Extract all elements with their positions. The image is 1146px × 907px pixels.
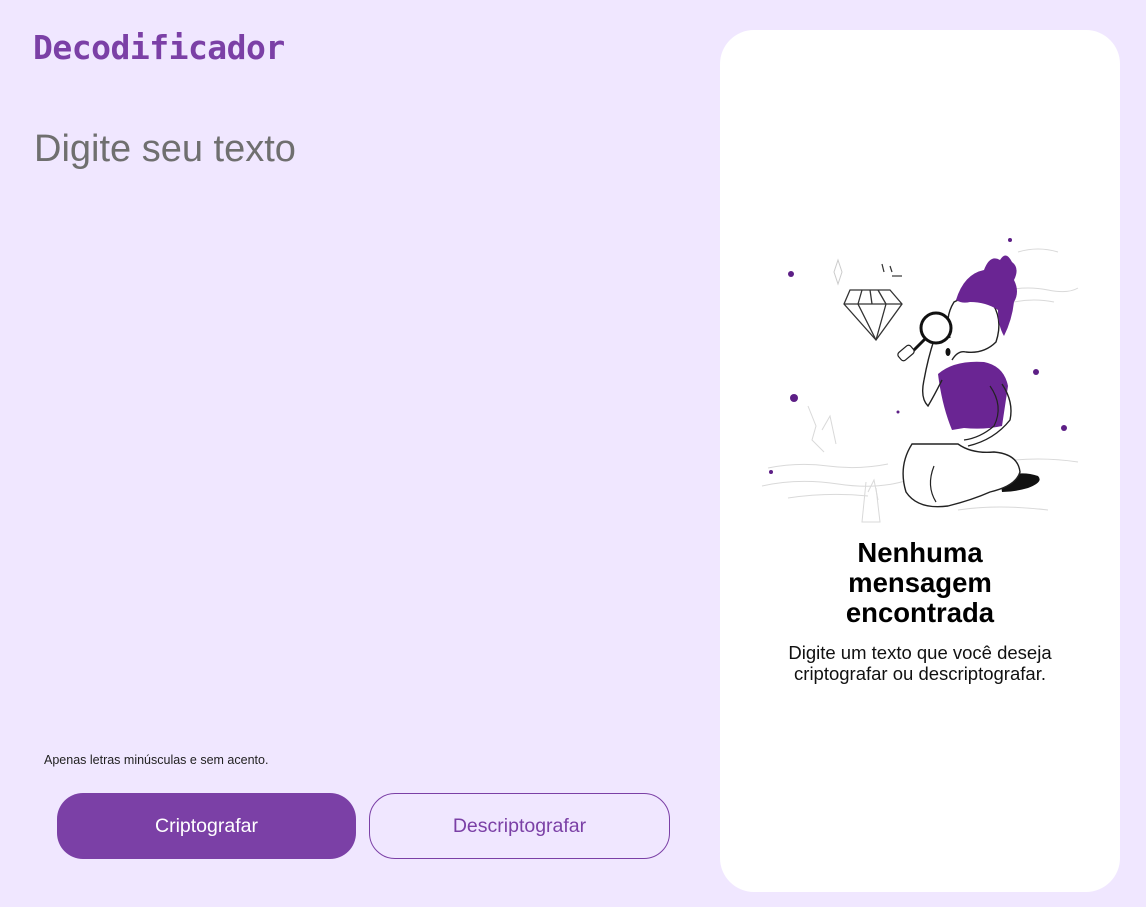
- app-logo[interactable]: Decodificador: [33, 28, 285, 67]
- empty-state-title-line: encontrada: [845, 597, 995, 628]
- empty-state-subtitle: Digite um texto que você deseja criptogr…: [720, 642, 1120, 684]
- page: Decodificador Apenas letras minúsculas e…: [0, 0, 1146, 907]
- empty-state-title: Nenhuma mensagem encontrada: [720, 538, 1120, 628]
- empty-state-subtitle-line: criptografar ou descriptografar.: [794, 663, 1046, 684]
- output-panel: Nenhuma mensagem encontrada Digite um te…: [720, 30, 1120, 892]
- empty-state-title-line: mensagem: [848, 567, 992, 598]
- encrypt-button[interactable]: Criptografar: [57, 793, 356, 859]
- empty-state-title-line: Nenhuma: [857, 537, 983, 568]
- decrypt-button[interactable]: Descriptografar: [369, 793, 670, 859]
- input-hint: Apenas letras minúsculas e sem acento.: [44, 753, 268, 767]
- empty-state-subtitle-line: Digite um texto que você deseja: [788, 642, 1052, 663]
- text-input[interactable]: [34, 128, 674, 728]
- person-magnifier-illustration: [761, 238, 1079, 523]
- hint-text: Apenas letras minúsculas e sem acento.: [44, 753, 269, 767]
